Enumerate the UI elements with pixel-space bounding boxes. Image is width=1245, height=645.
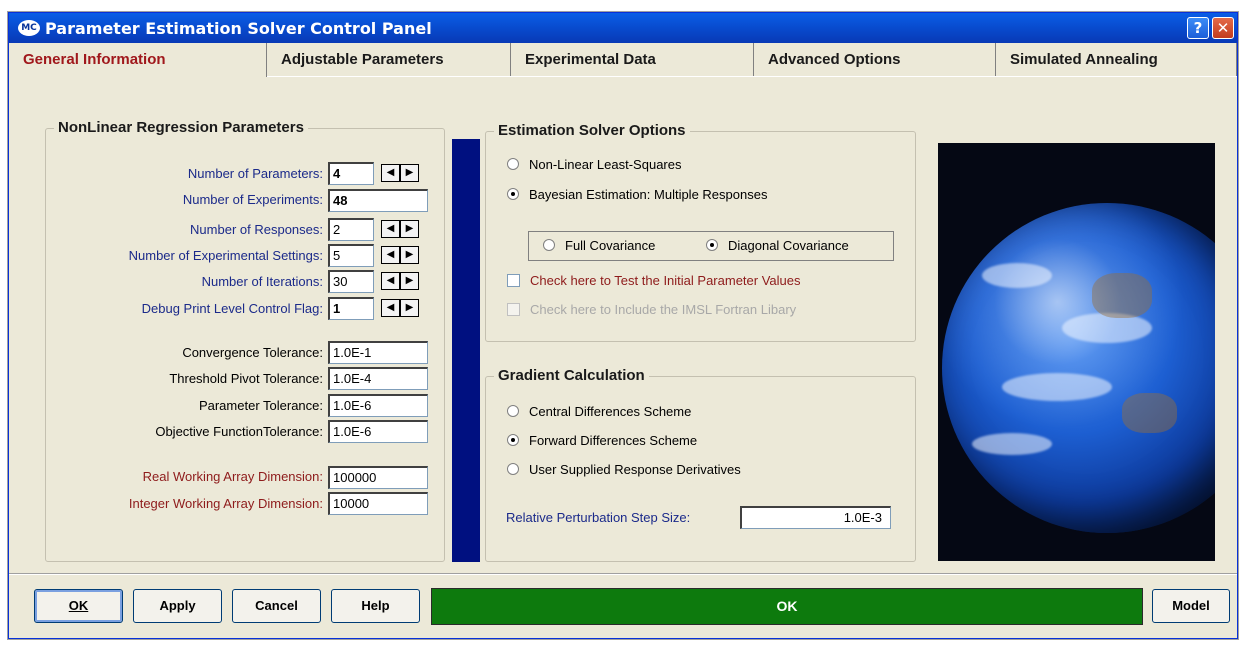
full-covariance-label: Full Covariance	[565, 238, 656, 253]
checkbox-icon[interactable]	[507, 274, 520, 287]
parameter-tol-field[interactable]: 1.0E-6	[328, 394, 428, 417]
increment-icon[interactable]: ▶	[400, 220, 419, 238]
objective-tol-field[interactable]: 1.0E-6	[328, 420, 428, 443]
tab-general-information[interactable]: General Information	[9, 43, 267, 77]
tab-advanced-options[interactable]: Advanced Options	[754, 43, 996, 77]
model-button-label: Model	[1172, 598, 1210, 613]
tab-experimental-data[interactable]: Experimental Data	[511, 43, 754, 77]
globe-graphic	[942, 203, 1215, 533]
help-button[interactable]: Help	[331, 589, 420, 623]
convergence-tol-field[interactable]: 1.0E-1	[328, 341, 428, 364]
num-experiments-field[interactable]: 48	[328, 189, 428, 212]
int-array-dim-field[interactable]: 10000	[328, 492, 428, 515]
int-array-dim-label: Integer Working Array Dimension:	[128, 496, 323, 511]
imsl-checkbox[interactable]: Check here to Include the IMSL Fortran L…	[507, 302, 796, 317]
num-responses-field[interactable]: 2	[328, 218, 374, 241]
num-iterations-label: Number of Iterations:	[201, 274, 323, 289]
decrement-icon[interactable]: ◀	[381, 299, 400, 317]
step-size-label: Relative Perturbation Step Size:	[506, 510, 691, 525]
radio-icon[interactable]	[507, 158, 519, 170]
tab-strip: General Information Adjustable Parameter…	[9, 43, 1237, 77]
tab-simulated-annealing[interactable]: Simulated Annealing	[996, 43, 1237, 77]
app-icon: MC	[18, 20, 40, 36]
decrement-icon[interactable]: ◀	[381, 272, 400, 290]
parameter-tol-label: Parameter Tolerance:	[198, 398, 323, 413]
help-button-label: Help	[361, 598, 390, 613]
test-initial-label: Check here to Test the Initial Parameter…	[530, 273, 801, 288]
cancel-button[interactable]: Cancel	[232, 589, 321, 623]
full-covariance-radio[interactable]: Full Covariance	[543, 238, 655, 253]
debug-flag-spinner[interactable]: ◀ ▶	[381, 299, 419, 317]
num-exp-settings-label: Number of Experimental Settings:	[128, 248, 323, 263]
debug-flag-label: Debug Print Level Control Flag:	[141, 301, 323, 316]
nonlinear-ls-radio[interactable]: Non-Linear Least-Squares	[507, 157, 681, 172]
title-bar: MC Parameter Estimation Solver Control P…	[9, 13, 1237, 43]
bayesian-label: Bayesian Estimation: Multiple Responses	[529, 187, 768, 202]
debug-flag-field[interactable]: 1	[328, 297, 374, 320]
ok-button-label: OK	[68, 598, 89, 613]
num-parameters-field[interactable]: 4	[328, 162, 374, 185]
num-parameters-label: Number of Parameters:	[187, 166, 323, 181]
num-iterations-field[interactable]: 30	[328, 270, 374, 293]
user-derivatives-radio[interactable]: User Supplied Response Derivatives	[507, 462, 741, 477]
divider-bar	[452, 139, 480, 562]
threshold-pivot-tol-field[interactable]: 1.0E-4	[328, 367, 428, 390]
threshold-pivot-tol-label: Threshold Pivot Tolerance:	[169, 371, 323, 386]
test-initial-checkbox[interactable]: Check here to Test the Initial Parameter…	[507, 273, 801, 288]
window-title: Parameter Estimation Solver Control Pane…	[45, 19, 432, 38]
num-exp-settings-spinner[interactable]: ◀ ▶	[381, 246, 419, 264]
objective-tol-label: Objective FunctionTolerance:	[155, 424, 323, 439]
decrement-icon[interactable]: ◀	[381, 220, 400, 238]
step-size-field[interactable]: 1.0E-3	[740, 506, 891, 529]
radio-selected-icon[interactable]	[507, 188, 519, 200]
main-window: MC Parameter Estimation Solver Control P…	[8, 12, 1238, 639]
bottom-separator	[9, 573, 1237, 575]
ok-button[interactable]: OK	[34, 589, 123, 623]
bayesian-radio[interactable]: Bayesian Estimation: Multiple Responses	[507, 187, 767, 202]
imsl-label: Check here to Include the IMSL Fortran L…	[530, 302, 797, 317]
apply-button[interactable]: Apply	[133, 589, 222, 623]
radio-icon[interactable]	[507, 463, 519, 475]
num-responses-label: Number of Responses:	[190, 222, 323, 237]
radio-icon[interactable]	[543, 239, 555, 251]
real-array-dim-label: Real Working Array Dimension:	[142, 469, 323, 484]
user-derivatives-label: User Supplied Response Derivatives	[529, 462, 741, 477]
increment-icon[interactable]: ▶	[400, 299, 419, 317]
radio-icon[interactable]	[507, 405, 519, 417]
tab-adjustable-parameters[interactable]: Adjustable Parameters	[267, 43, 511, 77]
decrement-icon[interactable]: ◀	[381, 246, 400, 264]
convergence-tol-label: Convergence Tolerance:	[182, 345, 323, 360]
tab-divider	[267, 76, 1237, 77]
help-icon-button[interactable]: ?	[1187, 17, 1209, 39]
planet-image	[938, 143, 1215, 561]
forward-diff-radio[interactable]: Forward Differences Scheme	[507, 433, 697, 448]
diagonal-covariance-label: Diagonal Covariance	[728, 238, 849, 253]
forward-diff-label: Forward Differences Scheme	[529, 433, 698, 448]
increment-icon[interactable]: ▶	[400, 164, 419, 182]
gradient-title: Gradient Calculation	[494, 367, 649, 384]
diagonal-covariance-radio[interactable]: Diagonal Covariance	[706, 238, 849, 253]
num-exp-settings-field[interactable]: 5	[328, 244, 374, 267]
central-diff-radio[interactable]: Central Differences Scheme	[507, 404, 691, 419]
nonlinear-group-title: NonLinear Regression Parameters	[54, 119, 308, 136]
close-icon-button[interactable]: ✕	[1212, 17, 1234, 39]
decrement-icon[interactable]: ◀	[381, 164, 400, 182]
num-iterations-spinner[interactable]: ◀ ▶	[381, 272, 419, 290]
apply-button-label: Apply	[159, 598, 196, 613]
radio-selected-icon[interactable]	[507, 434, 519, 446]
num-experiments-label: Number of Experiments:	[182, 192, 323, 207]
central-diff-label: Central Differences Scheme	[529, 404, 692, 419]
checkbox-disabled-icon[interactable]	[507, 303, 520, 316]
real-array-dim-field[interactable]: 100000	[328, 466, 428, 489]
num-responses-spinner[interactable]: ◀ ▶	[381, 220, 419, 238]
increment-icon[interactable]: ▶	[400, 272, 419, 290]
model-button[interactable]: Model	[1152, 589, 1230, 623]
num-parameters-spinner[interactable]: ◀ ▶	[381, 164, 419, 182]
increment-icon[interactable]: ▶	[400, 246, 419, 264]
solver-options-title: Estimation Solver Options	[494, 122, 690, 139]
status-bar: OK	[431, 588, 1143, 625]
nonlinear-ls-label: Non-Linear Least-Squares	[529, 157, 682, 172]
radio-selected-icon[interactable]	[706, 239, 718, 251]
cancel-button-label: Cancel	[255, 598, 298, 613]
